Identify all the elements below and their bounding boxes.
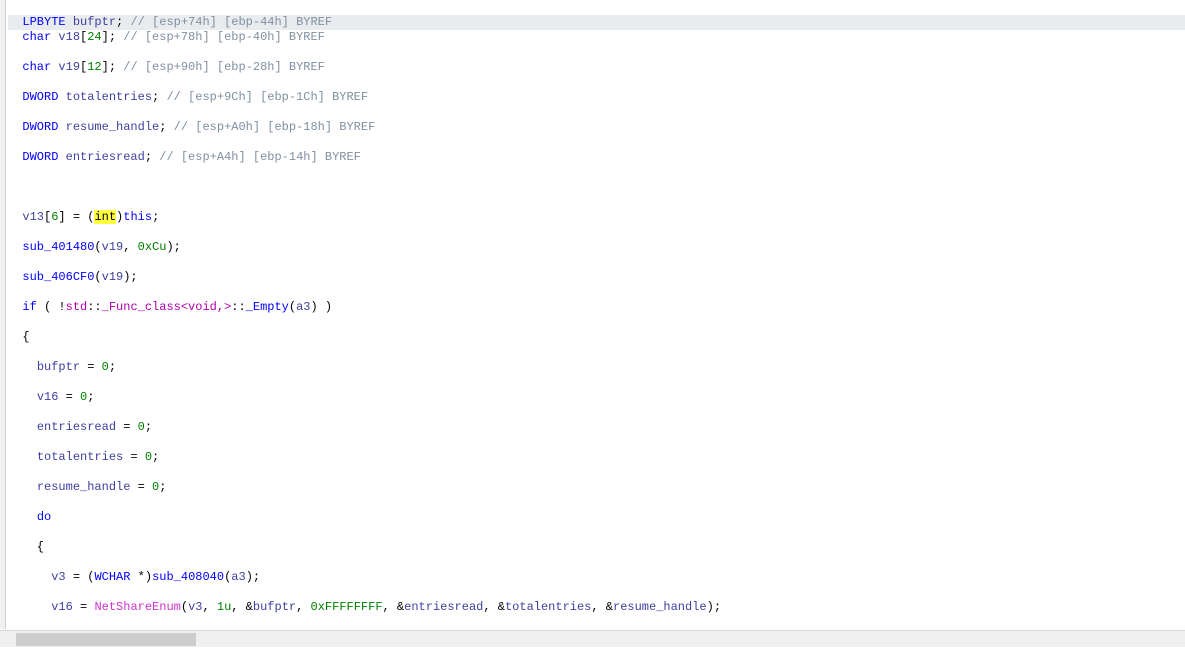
code-line: v3 = (WCHAR *)sub_408040(a3); (8, 570, 1185, 585)
code-line: resume_handle = 0; (8, 480, 1185, 495)
code-line: { (8, 540, 1185, 555)
code-line: sub_406CF0(v19); (8, 270, 1185, 285)
decompiler-code-view[interactable]: LPBYTE bufptr; // [esp+74h] [ebp-44h] BY… (0, 0, 1185, 629)
code-line: LPBYTE bufptr; // [esp+74h] [ebp-44h] BY… (8, 15, 1185, 30)
code-line: sub_401480(v19, 0xCu); (8, 240, 1185, 255)
code-line: v16 = NetShareEnum(v3, 1u, &bufptr, 0xFF… (8, 600, 1185, 615)
code-line: char v19[12]; // [esp+90h] [ebp-28h] BYR… (8, 60, 1185, 75)
code-line: if ( !std::_Func_class<void,>::_Empty(a3… (8, 300, 1185, 315)
code-line (8, 180, 1185, 195)
code-line: entriesread = 0; (8, 420, 1185, 435)
code-line: bufptr = 0; (8, 360, 1185, 375)
code-line: totalentries = 0; (8, 450, 1185, 465)
horizontal-scrollbar[interactable] (0, 630, 1185, 647)
scrollbar-thumb[interactable] (16, 633, 196, 646)
code-line: DWORD totalentries; // [esp+9Ch] [ebp-1C… (8, 90, 1185, 105)
code-line: v16 = 0; (8, 390, 1185, 405)
code-line: do (8, 510, 1185, 525)
code-line: DWORD entriesread; // [esp+A4h] [ebp-14h… (8, 150, 1185, 165)
code-line: DWORD resume_handle; // [esp+A0h] [ebp-1… (8, 120, 1185, 135)
code-line: { (8, 330, 1185, 345)
code-line: char v18[24]; // [esp+78h] [ebp-40h] BYR… (8, 30, 1185, 45)
code-line: v13[6] = (int)this; (8, 210, 1185, 225)
